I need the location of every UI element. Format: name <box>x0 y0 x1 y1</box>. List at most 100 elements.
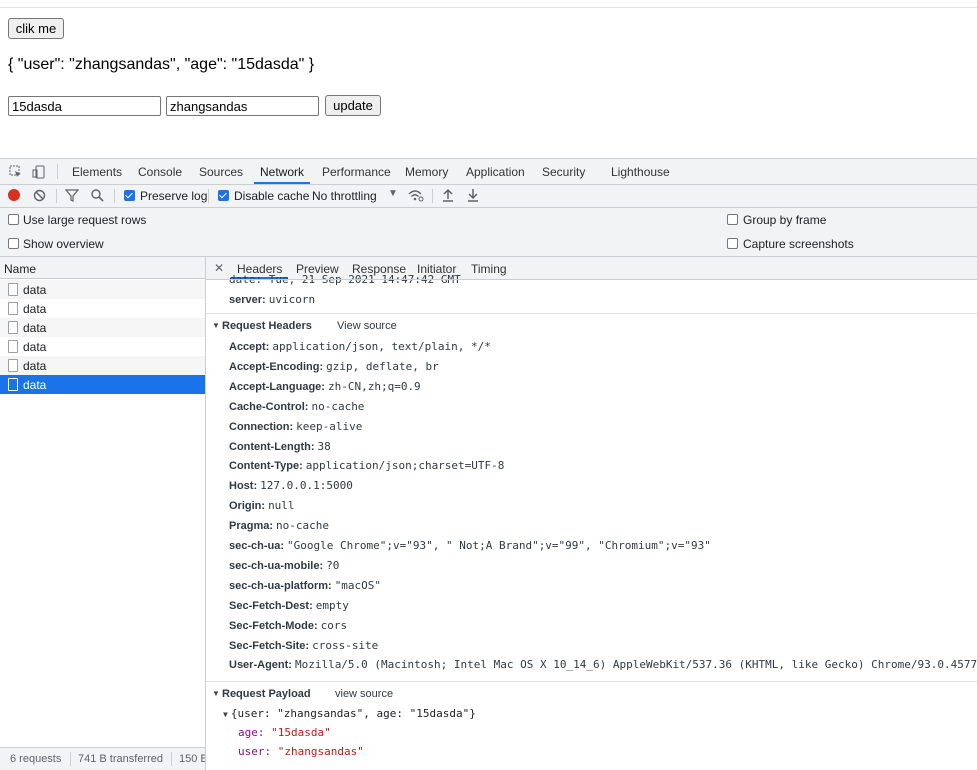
tab-sources[interactable]: Sources <box>199 165 243 179</box>
request-header-row: Sec-Fetch-Mode: cors <box>229 619 347 632</box>
request-header-row: sec-ch-ua: "Google Chrome";v="93", " Not;… <box>229 539 711 552</box>
export-har-icon[interactable] <box>467 188 479 205</box>
network-settings: Use large request rows Show overview Gro… <box>0 208 977 257</box>
tab-application[interactable]: Application <box>466 165 525 179</box>
header-key: User-Agent: <box>229 659 292 671</box>
expand-triangle-icon[interactable]: ▼ <box>212 689 220 698</box>
request-header-row: Content-Length: 38 <box>229 440 331 453</box>
name-header-label: Name <box>4 262 37 276</box>
update-button[interactable]: update <box>325 95 381 116</box>
inspect-element-icon[interactable] <box>9 165 22 178</box>
filter-icon[interactable] <box>64 189 80 205</box>
request-name: data <box>23 321 47 335</box>
page-top-divider <box>0 7 977 8</box>
request-row[interactable]: data <box>0 318 205 337</box>
request-payload-title: Request Payload <box>222 688 311 700</box>
header-value: "macOS" <box>334 579 382 592</box>
tab-security[interactable]: Security <box>542 165 585 179</box>
tab-performance[interactable]: Performance <box>322 165 391 179</box>
request-header-row: Accept: application/json, text/plain, */* <box>229 340 491 353</box>
request-name: data <box>23 378 47 392</box>
request-row[interactable]: data <box>0 299 205 318</box>
capture-screenshots-label: Capture screenshots <box>743 237 854 251</box>
tab-lighthouse[interactable]: Lighthouse <box>611 165 670 179</box>
request-header-row: sec-ch-ua-mobile: ?0 <box>229 559 339 572</box>
header-value: no-cache <box>311 400 365 413</box>
throttling-select[interactable]: No throttling <box>312 189 377 203</box>
preserve-log-checkbox[interactable] <box>124 190 135 201</box>
clear-icon[interactable] <box>33 189 46 205</box>
header-value: 38 <box>317 440 331 453</box>
capture-screenshots-checkbox[interactable] <box>727 238 738 249</box>
header-value: null <box>268 499 295 512</box>
disable-cache-checkbox[interactable] <box>218 190 229 201</box>
header-value: zh-CN,zh;q=0.9 <box>327 380 421 393</box>
click-me-button[interactable]: clik me <box>8 18 64 39</box>
tab-console[interactable]: Console <box>138 165 182 179</box>
tab-memory[interactable]: Memory <box>405 165 448 179</box>
request-header-row: Sec-Fetch-Dest: empty <box>229 599 349 612</box>
request-row-selected[interactable]: data <box>0 375 205 394</box>
header-line-server: server: uvicorn <box>229 293 316 306</box>
header-value: cross-site <box>312 639 379 652</box>
show-overview-checkbox[interactable] <box>8 238 19 249</box>
request-header-row: Connection: keep-alive <box>229 420 362 433</box>
chevron-down-icon[interactable]: ▼ <box>388 188 398 199</box>
payload-summary[interactable]: ▼ {user: "zhangsandas", age: "15dasda"} <box>223 707 476 720</box>
header-key: Sec-Fetch-Dest: <box>229 600 313 612</box>
header-key: Content-Type: <box>229 460 303 472</box>
request-name: data <box>23 283 47 297</box>
header-key: Pragma: <box>229 520 274 532</box>
device-toolbar-icon[interactable] <box>32 165 45 179</box>
request-header-row: Content-Type: application/json;charset=UT… <box>229 459 504 472</box>
header-key: Cache-Control: <box>229 401 309 413</box>
network-status-bar: 6 requests 741 B transferred 150 B <box>0 747 205 770</box>
request-header-row: Origin: null <box>229 499 295 512</box>
toolbar-divider <box>208 189 209 203</box>
header-value: cors <box>320 619 348 632</box>
import-har-icon[interactable] <box>442 188 454 205</box>
status-divider <box>70 752 71 766</box>
request-header-row: Pragma: no-cache <box>229 519 329 532</box>
document-icon <box>8 302 18 315</box>
view-source-link[interactable]: View source <box>337 320 397 332</box>
tabbar-divider <box>57 164 58 179</box>
header-key: Host: <box>229 480 258 492</box>
network-conditions-icon[interactable] <box>408 189 424 205</box>
request-payload-section[interactable]: ▼ Request Payload view source <box>206 681 977 706</box>
request-headers-section[interactable]: ▼ Request Headers View source <box>206 313 977 338</box>
age-input[interactable] <box>8 96 161 116</box>
request-name: data <box>23 302 47 316</box>
header-key: sec-ch-ua-mobile: <box>229 560 324 572</box>
payload-summary-text: {user: "zhangsandas", age: "15dasda"} <box>230 707 476 720</box>
devtools-panel: Elements Console Sources Network Perform… <box>0 158 977 770</box>
header-value: application/json, text/plain, */* <box>272 340 491 353</box>
request-row[interactable]: data <box>0 337 205 356</box>
request-name: data <box>23 340 47 354</box>
group-by-frame-checkbox[interactable] <box>727 214 738 225</box>
request-row[interactable]: data <box>0 356 205 375</box>
tab-timing[interactable]: Timing <box>471 262 507 276</box>
payload-view-source-link[interactable]: view source <box>335 688 393 700</box>
request-row[interactable]: data <box>0 280 205 299</box>
header-value: gzip, deflate, br <box>326 360 439 373</box>
payload-user-field: user: "zhangsandas" <box>238 745 364 758</box>
tab-elements[interactable]: Elements <box>72 165 122 179</box>
header-value: ?0 <box>326 559 340 572</box>
document-icon <box>8 378 18 391</box>
search-icon[interactable] <box>91 189 104 205</box>
header-value: no-cache <box>276 519 330 532</box>
name-column-header[interactable]: Name <box>0 257 205 279</box>
expand-triangle-icon[interactable]: ▼ <box>212 321 220 330</box>
large-rows-checkbox[interactable] <box>8 214 19 225</box>
devtools-tabbar: Elements Console Sources Network Perform… <box>0 159 977 185</box>
tab-network[interactable]: Network <box>253 165 311 184</box>
user-input[interactable] <box>166 96 319 116</box>
record-icon[interactable] <box>8 189 20 201</box>
toolbar-divider <box>114 189 115 203</box>
header-key: Accept-Encoding: <box>229 361 324 373</box>
document-icon <box>8 321 18 334</box>
close-icon[interactable]: ✕ <box>214 261 224 275</box>
expand-triangle-icon[interactable]: ▼ <box>223 710 228 719</box>
tab-underline-border <box>206 279 977 280</box>
